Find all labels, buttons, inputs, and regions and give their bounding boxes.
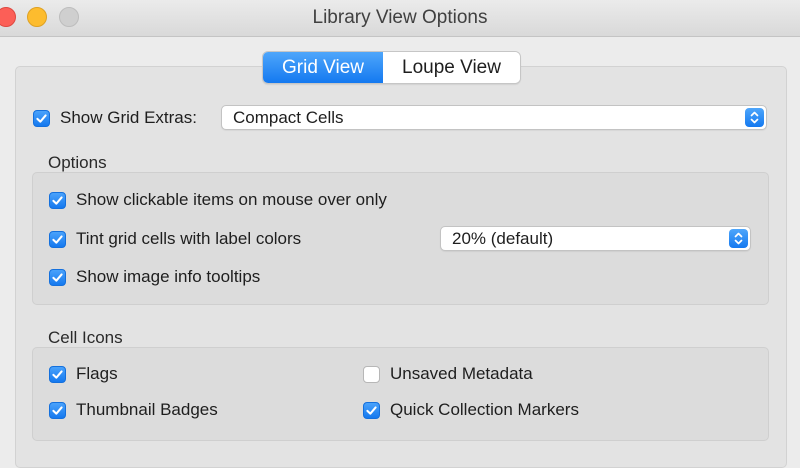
unsaved-metadata-checkbox[interactable] <box>363 365 380 383</box>
tint-amount-select[interactable]: 20% (default) <box>440 226 751 251</box>
grid-extras-select[interactable]: Compact Cells <box>221 105 767 130</box>
checkmark-icon <box>52 405 63 415</box>
cell-icons-box <box>32 347 769 441</box>
tab-loupe-view[interactable]: Loupe View <box>383 52 520 83</box>
cell-icons-section-title: Cell Icons <box>48 328 123 347</box>
thumbnail-badges-row: Thumbnail Badges <box>49 400 218 420</box>
quick-collection-label: Quick Collection Markers <box>390 400 579 419</box>
options-section-title: Options <box>48 153 107 172</box>
checkmark-icon <box>366 405 377 415</box>
quick-collection-checkbox[interactable] <box>363 401 380 419</box>
tab-grid-view[interactable]: Grid View <box>263 52 384 83</box>
checkmark-icon <box>36 113 47 123</box>
tint-cells-row: Tint grid cells with label colors <box>49 229 301 249</box>
tint-cells-label: Tint grid cells with label colors <box>76 229 302 248</box>
checkmark-icon <box>52 272 63 282</box>
show-clickable-row: Show clickable items on mouse over only <box>49 190 387 210</box>
title-bar: Library View Options <box>0 0 800 37</box>
flags-label: Flags <box>76 364 118 383</box>
show-grid-extras-label: Show Grid Extras: <box>60 108 197 127</box>
show-clickable-checkbox[interactable] <box>49 191 66 209</box>
checkmark-icon <box>52 369 63 379</box>
quick-collection-row: Quick Collection Markers <box>363 400 579 420</box>
tint-amount-value: 20% (default) <box>452 229 554 248</box>
show-grid-extras-row: Show Grid Extras: <box>33 108 197 128</box>
checkmark-icon <box>52 234 63 244</box>
unsaved-metadata-label: Unsaved Metadata <box>390 364 533 383</box>
updown-chevron-icon <box>745 108 764 127</box>
image-tooltips-label: Show image info tooltips <box>76 267 261 286</box>
show-clickable-label: Show clickable items on mouse over only <box>76 190 387 209</box>
unsaved-metadata-row: Unsaved Metadata <box>363 364 533 384</box>
grid-extras-value: Compact Cells <box>233 108 344 127</box>
thumbnail-badges-checkbox[interactable] <box>49 401 66 419</box>
image-tooltips-row: Show image info tooltips <box>49 267 260 287</box>
view-segmented-control: Grid View Loupe View <box>262 51 521 84</box>
flags-checkbox[interactable] <box>49 365 66 383</box>
flags-row: Flags <box>49 364 118 384</box>
window-title: Library View Options <box>312 7 488 28</box>
thumbnail-badges-label: Thumbnail Badges <box>76 400 218 419</box>
show-grid-extras-checkbox[interactable] <box>33 109 50 127</box>
checkmark-icon <box>52 195 63 205</box>
tint-cells-checkbox[interactable] <box>49 230 66 248</box>
image-tooltips-checkbox[interactable] <box>49 268 66 286</box>
updown-chevron-icon <box>729 229 748 248</box>
